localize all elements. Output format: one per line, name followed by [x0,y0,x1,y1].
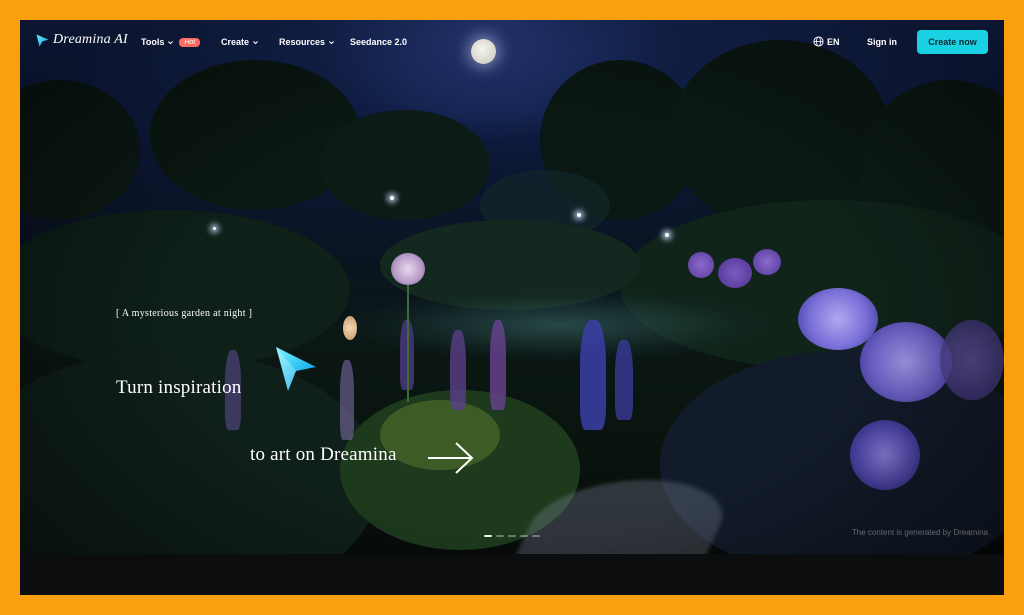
arrow-right-icon[interactable] [426,439,476,477]
brand-name: Dreamina AI [53,32,128,47]
nav-create[interactable]: Create [221,37,259,47]
chevron-down-icon [253,40,258,44]
bottom-bar [20,554,1004,595]
nav-resources[interactable]: Resources [279,37,335,47]
carousel-dot[interactable] [508,535,516,537]
language-selector[interactable]: EN [813,36,840,47]
hero-caption: [ A mysterious garden at night ] [116,308,253,319]
chevron-down-icon [168,40,174,44]
nav-tools[interactable]: Tools Hot [141,37,201,47]
create-now-button[interactable]: Create now [917,30,988,54]
language-label: EN [827,36,840,47]
generated-credit: The content is generated by Dreamina [851,528,988,537]
dreamina-star-icon [276,347,316,391]
chevron-down-icon [329,40,335,44]
nav-tools-label: Tools [141,37,165,47]
sign-in-link[interactable]: Sign in [867,37,897,47]
hot-badge: Hot [179,37,201,47]
top-nav: Dreamina AI Tools Hot Create Resources S… [20,20,1004,64]
nav-resources-label: Resources [279,37,326,47]
carousel-indicator [484,535,540,537]
dreamina-logo-icon [36,34,49,46]
carousel-dot[interactable] [496,535,504,537]
carousel-dot[interactable] [520,535,528,537]
page-frame: Dreamina AI Tools Hot Create Resources S… [20,20,1004,595]
nav-create-label: Create [221,37,250,47]
nav-seedance[interactable]: Seedance 2.0 [350,37,407,47]
hero-background [20,20,1004,554]
globe-icon [813,36,824,47]
carousel-dot[interactable] [532,535,540,537]
carousel-dot[interactable] [484,535,492,537]
nav-seedance-label: Seedance 2.0 [350,37,408,47]
brand-logo[interactable]: Dreamina AI [35,32,128,48]
hero-headline-line2: to art on Dreamina [250,444,397,465]
hero-headline-line1: Turn inspiration [116,377,242,398]
